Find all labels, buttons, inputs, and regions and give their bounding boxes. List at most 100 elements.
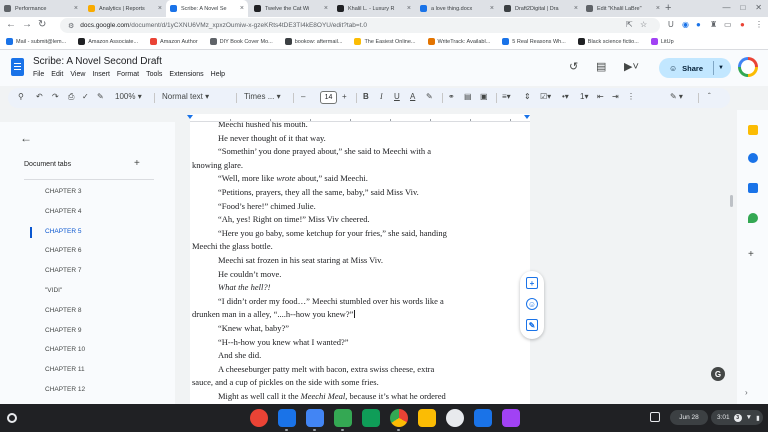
menu-item-tools[interactable]: Tools [146,71,162,78]
document-title[interactable]: Scribe: A Novel Second Draft [33,56,162,67]
document-tab-item[interactable]: "VIDI" [45,287,62,294]
document-tab-item[interactable]: CHAPTER 12 [45,386,85,393]
bookmark-item[interactable]: Black science fictio... [577,38,639,45]
add-tab-icon[interactable]: + [134,158,140,169]
profile-icon[interactable]: ● [740,20,745,29]
bookmark-item[interactable]: Amazon Associate... [78,38,138,45]
launcher-icon[interactable] [7,413,17,423]
bookmark-item[interactable]: 5 Real Reasons Wh... [502,38,566,45]
insert-image-icon[interactable]: ▣ [480,92,488,101]
redo-icon[interactable]: ↷ [52,92,59,101]
suggest-edits-icon[interactable]: ✎ [526,319,538,331]
menu-item-view[interactable]: View [70,71,85,78]
ruler[interactable] [187,114,530,122]
decrease-font-size-icon[interactable]: – [301,92,305,101]
close-tab-icon[interactable]: × [240,5,244,12]
browser-tab[interactable]: Draft2Digital | Dra × [500,0,582,17]
spellcheck-icon[interactable]: ✓ [82,92,89,101]
close-tab-icon[interactable]: × [324,5,328,12]
align-icon[interactable]: ≡▾ [502,92,511,101]
date-tray[interactable]: Jun 28 [670,410,708,425]
contacts-icon[interactable] [748,183,758,193]
close-tab-icon[interactable]: × [656,5,660,12]
extension-grammar-icon[interactable]: ◉ [682,20,689,29]
bookmark-item[interactable]: The Easiest Online... [354,38,416,45]
site-info-icon[interactable]: ⚙ [68,22,74,30]
maximize-icon[interactable]: □ [740,3,745,12]
search-menus-icon[interactable]: ⚲ [18,92,24,101]
back-icon[interactable]: ← [6,19,16,30]
address-bar[interactable]: ⚙ docs.google.com /document/d/1yCXNU6VMz… [60,18,660,33]
close-window-icon[interactable]: ✕ [755,3,762,12]
gmail-icon[interactable] [250,409,268,427]
version-history-icon[interactable]: ↺ [569,60,578,73]
add-comment-icon[interactable]: ▤ [464,92,472,101]
maps-icon[interactable] [748,213,758,223]
reload-icon[interactable]: ↻ [38,19,46,30]
extension-u-icon[interactable]: U [668,20,674,29]
camera-icon[interactable] [474,409,492,427]
menu-item-file[interactable]: File [33,71,44,78]
document-tab-item[interactable]: CHAPTER 8 [45,307,81,314]
undo-icon[interactable]: ↶ [36,92,43,101]
text-color-icon[interactable]: A [410,92,415,101]
document-tab-item[interactable]: CHAPTER 6 [45,247,81,254]
share-dropdown-icon[interactable]: ▼ [718,65,724,71]
bookmark-star-icon[interactable]: ☆ [640,20,647,29]
get-addons-icon[interactable]: + [748,250,758,260]
bulleted-list-icon[interactable]: •▾ [562,92,569,101]
account-avatar[interactable] [738,57,758,77]
forward-icon[interactable]: → [22,19,32,30]
close-tab-icon[interactable]: × [490,5,494,12]
hide-menus-icon[interactable]: ˆ [708,92,711,101]
browser-tab[interactable]: Analytics | Reports × [84,0,166,17]
browser-tab[interactable]: a love thing.docx × [416,0,498,17]
browser-menu-icon[interactable]: ⋮ [755,20,763,29]
gemini-icon[interactable]: G [711,367,725,381]
slides-app-icon[interactable] [418,409,436,427]
sheets2-app-icon[interactable] [362,409,380,427]
browser-tab[interactable]: Scribe: A Novel Se × [166,0,248,17]
highlight-icon[interactable]: ✎ [426,92,433,101]
close-tab-icon[interactable]: × [74,5,78,12]
add-comment-float-icon[interactable]: + [526,277,538,289]
checklist-icon[interactable]: ☑▾ [540,92,551,101]
comments-icon[interactable]: ▤ [596,60,606,73]
zoom-select[interactable]: 100% ▾ [115,92,142,101]
screen-capture-icon[interactable] [650,412,660,422]
bookmark-item[interactable]: WriteTrack: Availabl... [427,38,490,45]
menu-item-help[interactable]: Help [211,71,225,78]
meet-icon[interactable]: ▶˅ [624,60,639,73]
status-tray[interactable]: 3:01 3 ▼ ▮ [711,410,763,425]
document-tab-item[interactable]: CHAPTER 3 [45,188,81,195]
italic-icon[interactable]: I [380,92,383,101]
browser-tab[interactable]: Performance × [0,0,82,17]
chrome-icon[interactable] [390,409,408,427]
print-icon[interactable]: ⎙ [68,92,74,102]
sheets-app-icon[interactable] [334,409,352,427]
document-tab-item[interactable]: CHAPTER 4 [45,208,81,215]
menu-item-insert[interactable]: Insert [92,71,110,78]
photos-icon[interactable] [446,409,464,427]
bookmark-item[interactable]: bookow: aftermail... [284,38,342,45]
document-tab-item[interactable]: CHAPTER 11 [45,366,85,373]
close-tab-icon[interactable]: × [158,5,162,12]
minimize-icon[interactable]: — [722,3,730,12]
document-tab-item[interactable]: CHAPTER 5 [45,228,81,235]
new-tab-icon[interactable]: + [665,2,671,14]
document-tab-item[interactable]: CHAPTER 9 [45,327,81,334]
document-tab-item[interactable]: CHAPTER 7 [45,267,81,274]
scrollbar-thumb[interactable] [730,195,733,207]
bookmark-item[interactable]: Amazon Author [150,38,198,45]
docs-app-icon[interactable] [306,409,324,427]
browser-tab[interactable]: Twelve the Cat Wi × [250,0,332,17]
increase-indent-icon[interactable]: ⇥ [612,92,619,101]
extension-s-icon[interactable]: ● [696,20,701,29]
paint-format-icon[interactable]: ✎ [97,92,104,101]
sidepanel-icon[interactable]: ▭ [724,20,732,29]
editing-mode-icon[interactable]: ✎ ▾ [670,92,683,101]
files-icon[interactable] [278,409,296,427]
bold-icon[interactable]: B [363,92,369,101]
decrease-indent-icon[interactable]: ⇤ [597,92,604,101]
bookmark-item[interactable]: DIY Book Cover Mo... [209,38,273,45]
